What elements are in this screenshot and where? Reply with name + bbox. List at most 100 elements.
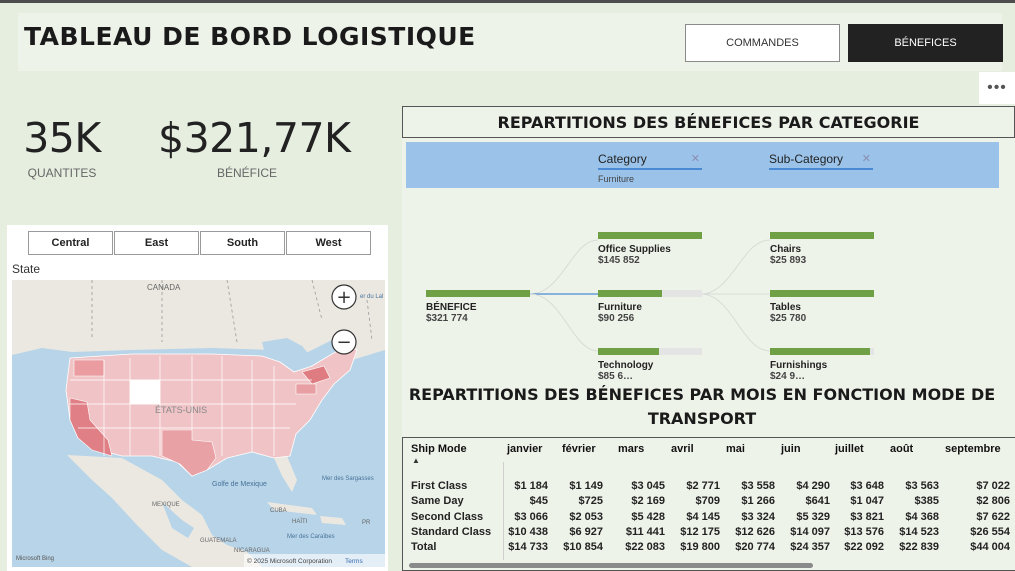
node-bar: [770, 348, 874, 355]
commandes-nav-button[interactable]: COMMANDES: [685, 24, 840, 62]
matrix-cell: $3 648: [850, 480, 884, 492]
more-options-button[interactable]: •••: [979, 72, 1015, 104]
node-bar: [598, 232, 702, 239]
matrix-cell: $709: [695, 495, 720, 507]
matrix-cell: $7 622: [976, 511, 1010, 523]
matrix-cell: $5 428: [631, 511, 665, 523]
label-nicaragua: NICARAGUA: [234, 548, 270, 554]
matrix-row-header[interactable]: Ship Mode: [411, 443, 467, 455]
canada-land: [12, 280, 385, 360]
matrix-column-header[interactable]: septembre: [945, 443, 1001, 455]
map-svg: CANADA ÉTATS-UNIS MEXIQUE Golfe de Mexiq…: [12, 280, 385, 567]
horizontal-scrollbar[interactable]: [409, 563, 813, 568]
top-border: [0, 0, 1015, 3]
matrix-cell: $3 821: [850, 511, 884, 523]
matrix-cell: $10 854: [563, 541, 603, 553]
node-bar: [770, 290, 874, 297]
matrix-cell: $7 022: [976, 480, 1010, 492]
node-label: Furniture: [598, 302, 642, 313]
node-bar: [598, 290, 702, 297]
florida-land: [274, 456, 297, 492]
matrix-column-header[interactable]: avril: [671, 443, 694, 455]
matrix-cell: $22 083: [625, 541, 665, 553]
matrix-row-label: Same Day: [411, 495, 464, 507]
matrix-row-label: Standard Class: [411, 526, 492, 538]
region-button-south[interactable]: South: [200, 231, 285, 255]
tree-node-tables[interactable]: Tables $25 780: [770, 290, 874, 324]
matrix-cell: $44 004: [970, 541, 1010, 553]
zoom-in-button[interactable]: +: [331, 284, 357, 310]
matrix-cell: $1 047: [850, 495, 884, 507]
map-card: Central East South West State CANADA ÉTA…: [7, 225, 388, 571]
node-label: Tables: [770, 302, 801, 313]
tree-node-furnishings[interactable]: Furnishings $24 9…: [770, 348, 874, 379]
label-guatemala: GUATEMALA: [200, 538, 237, 544]
tree-connectors: [529, 239, 771, 352]
matrix-column-header[interactable]: février: [562, 443, 596, 455]
bing-logo: Microsoft Bing: [16, 556, 54, 562]
sort-ascending-icon[interactable]: ▲: [412, 456, 420, 465]
terms-link[interactable]: Terms: [345, 558, 363, 565]
matrix-cell: $641: [805, 495, 830, 507]
node-label: Office Supplies: [598, 244, 671, 255]
matrix-cell: $14 523: [899, 526, 939, 538]
region-button-east[interactable]: East: [114, 231, 199, 255]
node-fill: [598, 348, 660, 355]
matrix-row-label: Second Class: [411, 511, 484, 523]
matrix-cell: $3 324: [741, 511, 775, 523]
benefices-nav-button[interactable]: BÉNEFICES: [848, 24, 1003, 62]
matrix-cell: $725: [578, 495, 603, 507]
matrix-cell: $4 145: [686, 511, 720, 523]
matrix-column-header[interactable]: mai: [726, 443, 745, 455]
node-label: Furnishings: [770, 360, 828, 371]
node-value: $145 852: [598, 255, 640, 266]
matrix-column-header[interactable]: juillet: [835, 443, 864, 455]
matrix-cell: $1 149: [569, 480, 603, 492]
node-value: $321 774: [426, 313, 468, 324]
matrix-cell: $1 184: [514, 480, 548, 492]
matrix-cell: $2 053: [569, 511, 603, 523]
tree-node-furniture[interactable]: Furniture $90 256: [598, 290, 702, 324]
hispaniola-land: [320, 516, 346, 525]
matrix-cell: $45: [529, 495, 548, 507]
node-value: $90 256: [598, 313, 635, 324]
node-value: $25 893: [770, 255, 807, 266]
matrix-cell: $3 066: [514, 511, 548, 523]
mexico-land: [67, 455, 262, 567]
matrix-column-header[interactable]: juin: [781, 443, 801, 455]
node-label: BÉNEFICE: [426, 302, 477, 313]
connector-furnishings: [700, 293, 771, 352]
label-sargasso: Mer des Sargasses: [322, 476, 374, 482]
matrix-cell: $3 563: [905, 480, 939, 492]
decomposition-tree-panel: REPARTITIONS DES BÉNEFICES PAR CATEGORIE…: [402, 106, 1015, 379]
tree-node-office-supplies[interactable]: Office Supplies $145 852: [598, 232, 702, 266]
matrix-cell: $24 357: [790, 541, 830, 553]
tree-node-technology[interactable]: Technology $85 6…: [598, 348, 702, 379]
matrix-cell: $1 266: [741, 495, 775, 507]
us-states-map[interactable]: CANADA ÉTATS-UNIS MEXIQUE Golfe de Mexiq…: [12, 280, 385, 567]
tree-node-root[interactable]: BÉNEFICE $321 774: [426, 290, 530, 324]
label-lake: er du Lal: [360, 294, 383, 300]
matrix-cell: $3 558: [741, 480, 775, 492]
state-washington: [73, 359, 105, 377]
matrix-column-header[interactable]: mars: [618, 443, 644, 455]
kpi-profit-label: BÉNÉFICE: [216, 166, 277, 180]
matrix-cell: $14 097: [790, 526, 830, 538]
region-button-central[interactable]: Central: [28, 231, 113, 255]
matrix-cell: $2 771: [686, 480, 720, 492]
matrix-row-label: Total: [411, 541, 437, 553]
node-fill: [598, 232, 702, 239]
state-pennsylvania: [295, 383, 317, 395]
region-button-west[interactable]: West: [286, 231, 371, 255]
label-gulf: Golfe de Mexique: [212, 481, 267, 488]
matrix-cell: $3 045: [631, 480, 665, 492]
tree-node-chairs[interactable]: Chairs $25 893: [770, 232, 874, 266]
node-fill: [426, 290, 530, 297]
zoom-in-icon: +: [336, 287, 351, 308]
node-fill: [770, 290, 874, 297]
matrix-cell: $4 368: [905, 511, 939, 523]
matrix-column-header[interactable]: janvier: [507, 443, 542, 455]
kpi-quantity-label: QUANTITES: [27, 166, 97, 180]
matrix-column-header[interactable]: août: [890, 443, 913, 455]
zoom-out-button[interactable]: −: [331, 329, 357, 355]
